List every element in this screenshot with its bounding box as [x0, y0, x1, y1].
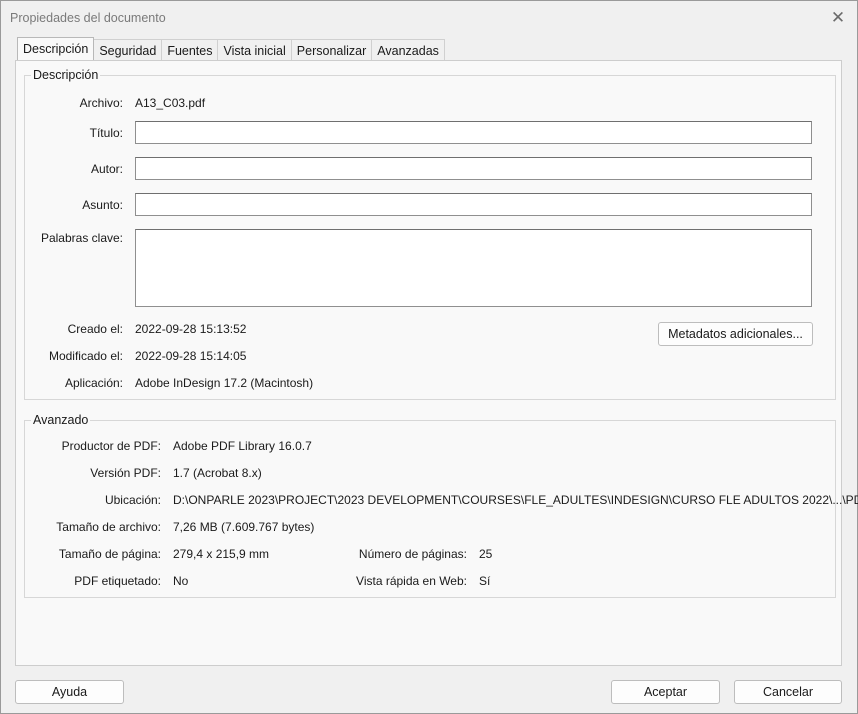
file-value: A13_C03.pdf [135, 96, 206, 110]
file-size-value: 7,26 MB (7.609.767 bytes) [173, 520, 315, 534]
author-field[interactable] [135, 157, 812, 180]
page-size-value: 279,4 x 215,9 mm [173, 547, 270, 561]
page-count-label: Número de páginas: [358, 547, 467, 561]
page-count-value: 25 [479, 547, 493, 561]
tab-vista-inicial[interactable]: Vista inicial [217, 39, 292, 61]
tab-bar: Descripción Seguridad Fuentes Vista inic… [17, 37, 445, 61]
description-group: Descripción Archivo: A13_C03.pdf Título:… [24, 68, 836, 400]
application-label: Aplicación: [64, 376, 123, 390]
file-size-label: Tamaño de archivo: [56, 520, 161, 534]
fast-web-view-label: Vista rápida en Web: [356, 574, 467, 588]
close-icon[interactable]: ✕ [827, 7, 849, 29]
pdf-version-value: 1.7 (Acrobat 8.x) [173, 466, 262, 480]
modified-value: 2022-09-28 15:14:05 [135, 349, 247, 363]
tab-panel: Descripción Archivo: A13_C03.pdf Título:… [15, 60, 858, 666]
created-value: 2022-09-28 15:13:52 [135, 322, 247, 336]
tab-avanzadas[interactable]: Avanzadas [371, 39, 445, 61]
pdf-version-label: Versión PDF: [90, 466, 161, 480]
tagged-pdf-value: No [173, 574, 189, 588]
cancel-button[interactable]: Cancelar [734, 680, 842, 704]
additional-metadata-button[interactable]: Metadatos adicionales... [658, 322, 813, 346]
keywords-field[interactable] [135, 229, 812, 307]
keywords-label: Palabras clave: [40, 231, 123, 245]
tab-personalizar[interactable]: Personalizar [290, 39, 373, 61]
subject-label: Asunto: [82, 198, 123, 212]
location-label: Ubicación: [104, 493, 161, 507]
application-value: Adobe InDesign 17.2 (Macintosh) [135, 376, 314, 390]
tab-descripcion[interactable]: Descripción [17, 37, 95, 60]
tagged-pdf-label: PDF etiquetado: [74, 574, 161, 588]
producer-label: Productor de PDF: [61, 439, 161, 453]
description-legend: Descripción [31, 68, 101, 82]
dialog-title: Propiedades del documento [10, 11, 166, 25]
fast-web-view-value: Sí [479, 574, 491, 588]
created-label: Creado el: [67, 322, 123, 336]
tab-seguridad[interactable]: Seguridad [93, 39, 163, 61]
subject-field[interactable] [135, 193, 812, 216]
tab-fuentes[interactable]: Fuentes [161, 39, 219, 61]
title-label: Título: [89, 126, 123, 140]
title-field[interactable] [135, 121, 812, 144]
advanced-legend: Avanzado [31, 413, 91, 427]
location-value: D:\ONPARLE 2023\PROJECT\2023 DEVELOPMENT… [173, 493, 858, 507]
ok-button[interactable]: Aceptar [611, 680, 720, 704]
modified-label: Modificado el: [48, 349, 123, 363]
author-label: Autor: [90, 162, 123, 176]
help-button[interactable]: Ayuda [15, 680, 124, 704]
title-bar: Propiedades del documento ✕ [1, 1, 857, 35]
producer-value: Adobe PDF Library 16.0.7 [173, 439, 312, 453]
document-properties-dialog: Propiedades del documento ✕ Descripción … [0, 0, 858, 714]
advanced-group: Avanzado Productor de PDF: Adobe PDF Lib… [24, 413, 858, 598]
page-size-label: Tamaño de página: [58, 547, 161, 561]
file-label: Archivo: [79, 96, 123, 110]
